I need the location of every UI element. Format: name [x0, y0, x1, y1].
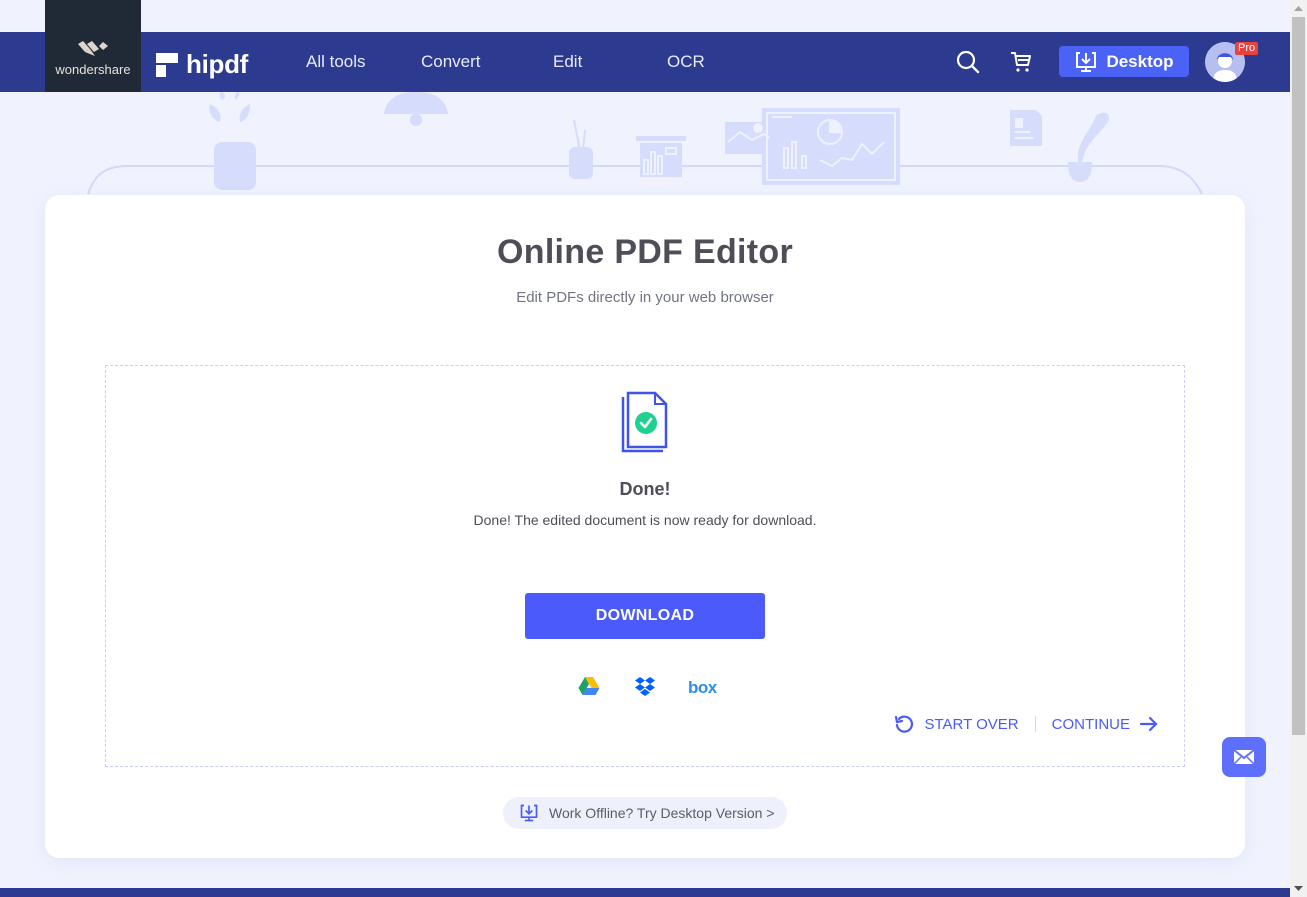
desktop-version-label: Work Offline? Try Desktop Version >	[549, 805, 775, 821]
decorative-banner-illustration	[87, 92, 1203, 195]
triangle-up-icon	[1294, 6, 1303, 11]
scroll-up-button[interactable]	[1290, 0, 1307, 17]
wondershare-text: wondershare	[55, 61, 131, 77]
restart-icon	[895, 715, 914, 733]
desktop-button-label: Desktop	[1106, 51, 1174, 71]
pro-badge: Pro	[1235, 42, 1259, 55]
hipdf-mark-icon	[156, 52, 178, 77]
result-panel: Done! Done! The edited document is now r…	[105, 365, 1185, 767]
save-to-google-drive[interactable]	[578, 676, 600, 701]
page-subtitle: Edit PDFs directly in your web browser	[516, 289, 774, 306]
hipdf-text: hipdf	[186, 49, 249, 79]
continue-label: CONTINUE	[1051, 715, 1130, 733]
page-title: Online PDF Editor	[497, 233, 793, 271]
google-drive-icon	[578, 677, 600, 695]
scroll-down-button[interactable]	[1290, 880, 1307, 897]
result-actions: START OVER CONTINUE	[894, 714, 1158, 734]
status-title: Done!	[619, 479, 671, 499]
status-message: Done! The edited document is now ready f…	[473, 512, 817, 528]
hipdf-logo[interactable]: hipdf	[156, 49, 248, 80]
search-icon	[956, 50, 980, 74]
page: wondershare hipdf All tools Convert Edit…	[0, 0, 1290, 897]
page-scrollbar[interactable]	[1290, 0, 1307, 897]
continue-button[interactable]: CONTINUE	[1052, 716, 1158, 733]
nav-convert[interactable]: Convert	[421, 52, 481, 72]
cart-icon	[1011, 52, 1031, 72]
search-button[interactable]	[955, 49, 981, 75]
dropbox-icon	[635, 677, 655, 696]
cloud-save-options: box	[578, 676, 718, 698]
footer-bar	[0, 888, 1290, 897]
desktop-version-link[interactable]: Work Offline? Try Desktop Version >	[503, 797, 787, 829]
start-over-label: START OVER	[924, 715, 1019, 733]
document-done-icon	[621, 391, 668, 453]
mail-icon	[1233, 749, 1255, 765]
triangle-down-icon	[1294, 886, 1303, 891]
actions-divider	[1034, 716, 1036, 732]
save-to-box[interactable]: box	[688, 678, 717, 698]
download-button[interactable]: DOWNLOAD	[525, 593, 765, 639]
desktop-download-button[interactable]: Desktop	[1059, 46, 1189, 77]
wondershare-mark-icon	[78, 40, 108, 56]
desktop-download-icon	[1076, 51, 1097, 72]
nav-edit[interactable]: Edit	[553, 52, 582, 72]
contact-button[interactable]	[1222, 737, 1266, 777]
save-to-dropbox[interactable]	[634, 676, 656, 703]
nav-all-tools[interactable]: All tools	[306, 52, 366, 72]
box-icon: box	[688, 678, 717, 697]
desktop-download-icon	[520, 804, 538, 822]
cart-button[interactable]	[1008, 49, 1034, 75]
arrow-right-icon	[1140, 716, 1158, 732]
wondershare-logo[interactable]: wondershare	[45, 0, 141, 92]
start-over-button[interactable]: START OVER	[894, 714, 1019, 734]
scroll-thumb[interactable]	[1292, 17, 1305, 735]
main-card: Online PDF Editor Edit PDFs directly in …	[45, 195, 1245, 858]
nav-ocr[interactable]: OCR	[667, 52, 705, 72]
